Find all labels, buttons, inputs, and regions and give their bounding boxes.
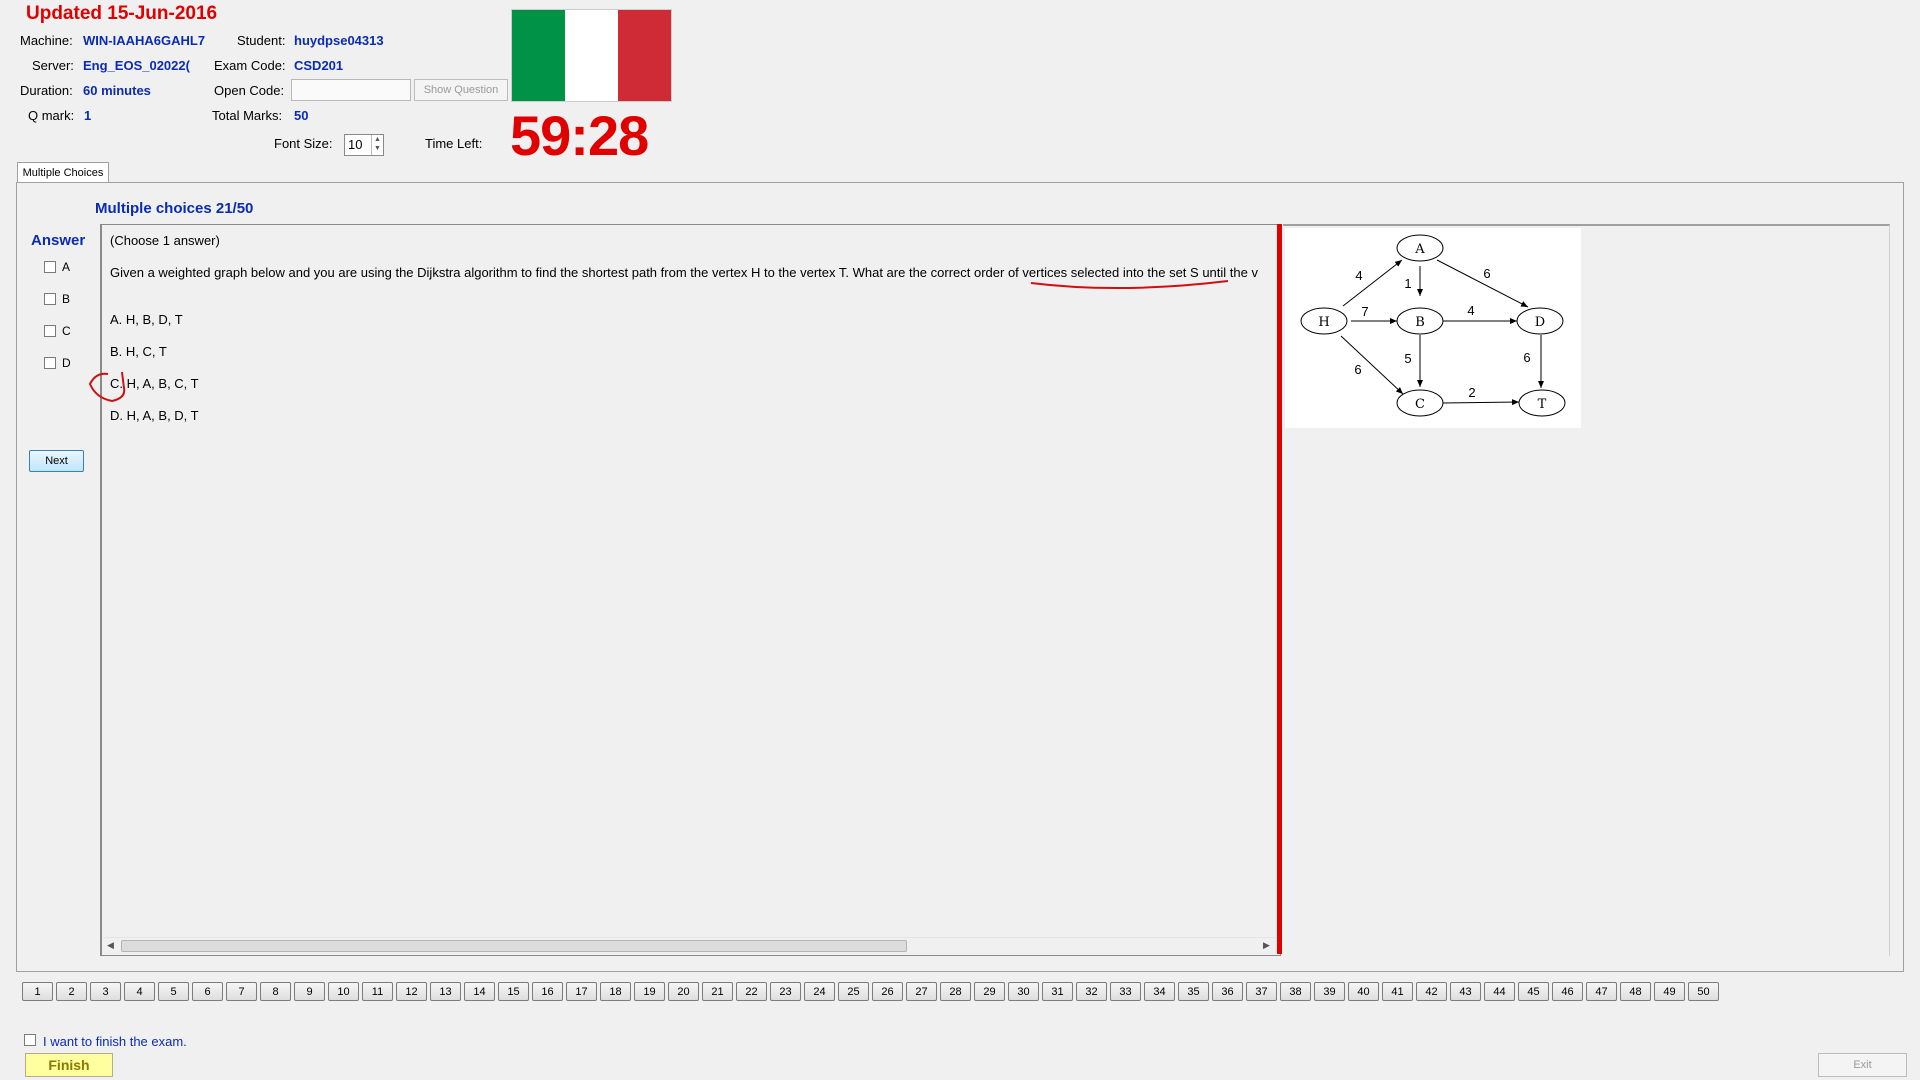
edge-weight-h-b: 7 — [1361, 304, 1368, 319]
question-number-button[interactable]: 13 — [430, 982, 461, 1001]
finish-button[interactable]: Finish — [25, 1053, 113, 1077]
question-number-button[interactable]: 25 — [838, 982, 869, 1001]
question-number-button[interactable]: 15 — [498, 982, 529, 1001]
edge-weight-b-d: 4 — [1467, 303, 1474, 318]
graph-node-c: C — [1415, 397, 1425, 412]
graph-node-b: B — [1415, 315, 1425, 330]
question-number-button[interactable]: 24 — [804, 982, 835, 1001]
question-number-button[interactable]: 17 — [566, 982, 597, 1001]
question-number-button[interactable]: 21 — [702, 982, 733, 1001]
question-number-button[interactable]: 18 — [600, 982, 631, 1001]
finish-exam-checkbox-label: I want to finish the exam. — [43, 1034, 187, 1049]
question-number-button[interactable]: 44 — [1484, 982, 1515, 1001]
question-number-button[interactable]: 27 — [906, 982, 937, 1001]
question-number-button[interactable]: 12 — [396, 982, 427, 1001]
scroll-thumb[interactable] — [121, 940, 907, 952]
question-number-button[interactable]: 11 — [362, 982, 393, 1001]
question-number-button[interactable]: 46 — [1552, 982, 1583, 1001]
question-number-button[interactable]: 31 — [1042, 982, 1073, 1001]
question-number-button[interactable]: 42 — [1416, 982, 1447, 1001]
question-number-button[interactable]: 8 — [260, 982, 291, 1001]
question-number-button[interactable]: 34 — [1144, 982, 1175, 1001]
question-number-button[interactable]: 5 — [158, 982, 189, 1001]
question-number-button[interactable]: 30 — [1008, 982, 1039, 1001]
edge-weight-d-t: 6 — [1523, 350, 1530, 365]
edge-weight-h-a: 4 — [1355, 268, 1362, 283]
question-number-button[interactable]: 14 — [464, 982, 495, 1001]
question-number-button[interactable]: 22 — [736, 982, 767, 1001]
question-number-button[interactable]: 29 — [974, 982, 1005, 1001]
question-number-button[interactable]: 32 — [1076, 982, 1107, 1001]
question-number-button[interactable]: 1 — [22, 982, 53, 1001]
scroll-right-icon[interactable]: ▶ — [1263, 940, 1270, 951]
edge-weight-a-b: 1 — [1404, 276, 1411, 291]
question-number-button[interactable]: 47 — [1586, 982, 1617, 1001]
edge-weight-b-c: 5 — [1404, 351, 1411, 366]
question-number-button[interactable]: 36 — [1212, 982, 1243, 1001]
horizontal-scrollbar[interactable]: ◀ ▶ — [103, 937, 1275, 955]
question-number-button[interactable]: 2 — [56, 982, 87, 1001]
graph-node-a: A — [1414, 242, 1425, 257]
question-number-button[interactable]: 3 — [90, 982, 121, 1001]
graph-node-d: D — [1535, 315, 1545, 330]
question-number-button[interactable]: 43 — [1450, 982, 1481, 1001]
finish-exam-checkbox[interactable] — [24, 1034, 36, 1046]
question-number-button[interactable]: 9 — [294, 982, 325, 1001]
edge-weight-h-c: 6 — [1354, 362, 1361, 377]
question-number-button[interactable]: 49 — [1654, 982, 1685, 1001]
weighted-graph-diagram: A H B D C T 4 1 6 7 4 6 5 6 2 — [1285, 228, 1581, 428]
graph-node-t: T — [1538, 397, 1547, 412]
question-number-button[interactable]: 45 — [1518, 982, 1549, 1001]
question-number-button[interactable]: 7 — [226, 982, 257, 1001]
question-number-button[interactable]: 37 — [1246, 982, 1277, 1001]
question-number-button[interactable]: 10 — [328, 982, 359, 1001]
question-number-button[interactable]: 48 — [1620, 982, 1651, 1001]
question-number-button[interactable]: 38 — [1280, 982, 1311, 1001]
question-number-button[interactable]: 33 — [1110, 982, 1141, 1001]
edge-weight-a-d: 6 — [1483, 266, 1490, 281]
question-number-button[interactable]: 20 — [668, 982, 699, 1001]
question-number-button[interactable]: 39 — [1314, 982, 1345, 1001]
question-number-button[interactable]: 50 — [1688, 982, 1719, 1001]
splitter-bar[interactable] — [1277, 224, 1282, 954]
graph-node-h: H — [1318, 315, 1329, 330]
question-number-button[interactable]: 19 — [634, 982, 665, 1001]
question-number-button[interactable]: 23 — [770, 982, 801, 1001]
question-number-button[interactable]: 40 — [1348, 982, 1379, 1001]
question-number-button[interactable]: 26 — [872, 982, 903, 1001]
question-number-button[interactable]: 28 — [940, 982, 971, 1001]
scroll-left-icon[interactable]: ◀ — [107, 940, 114, 951]
question-number-bar: 1 2 3 4 5 6 7 8 9 10 11 12 13 14 15 16 17 18 19 20 21 22 23 24 2… — [22, 982, 1722, 1001]
exit-button[interactable]: Exit — [1818, 1053, 1907, 1077]
question-number-button[interactable]: 41 — [1382, 982, 1413, 1001]
question-number-button[interactable]: 6 — [192, 982, 223, 1001]
question-number-button[interactable]: 16 — [532, 982, 563, 1001]
question-number-button[interactable]: 35 — [1178, 982, 1209, 1001]
question-number-button[interactable]: 4 — [124, 982, 155, 1001]
edge-weight-c-t: 2 — [1468, 385, 1475, 400]
